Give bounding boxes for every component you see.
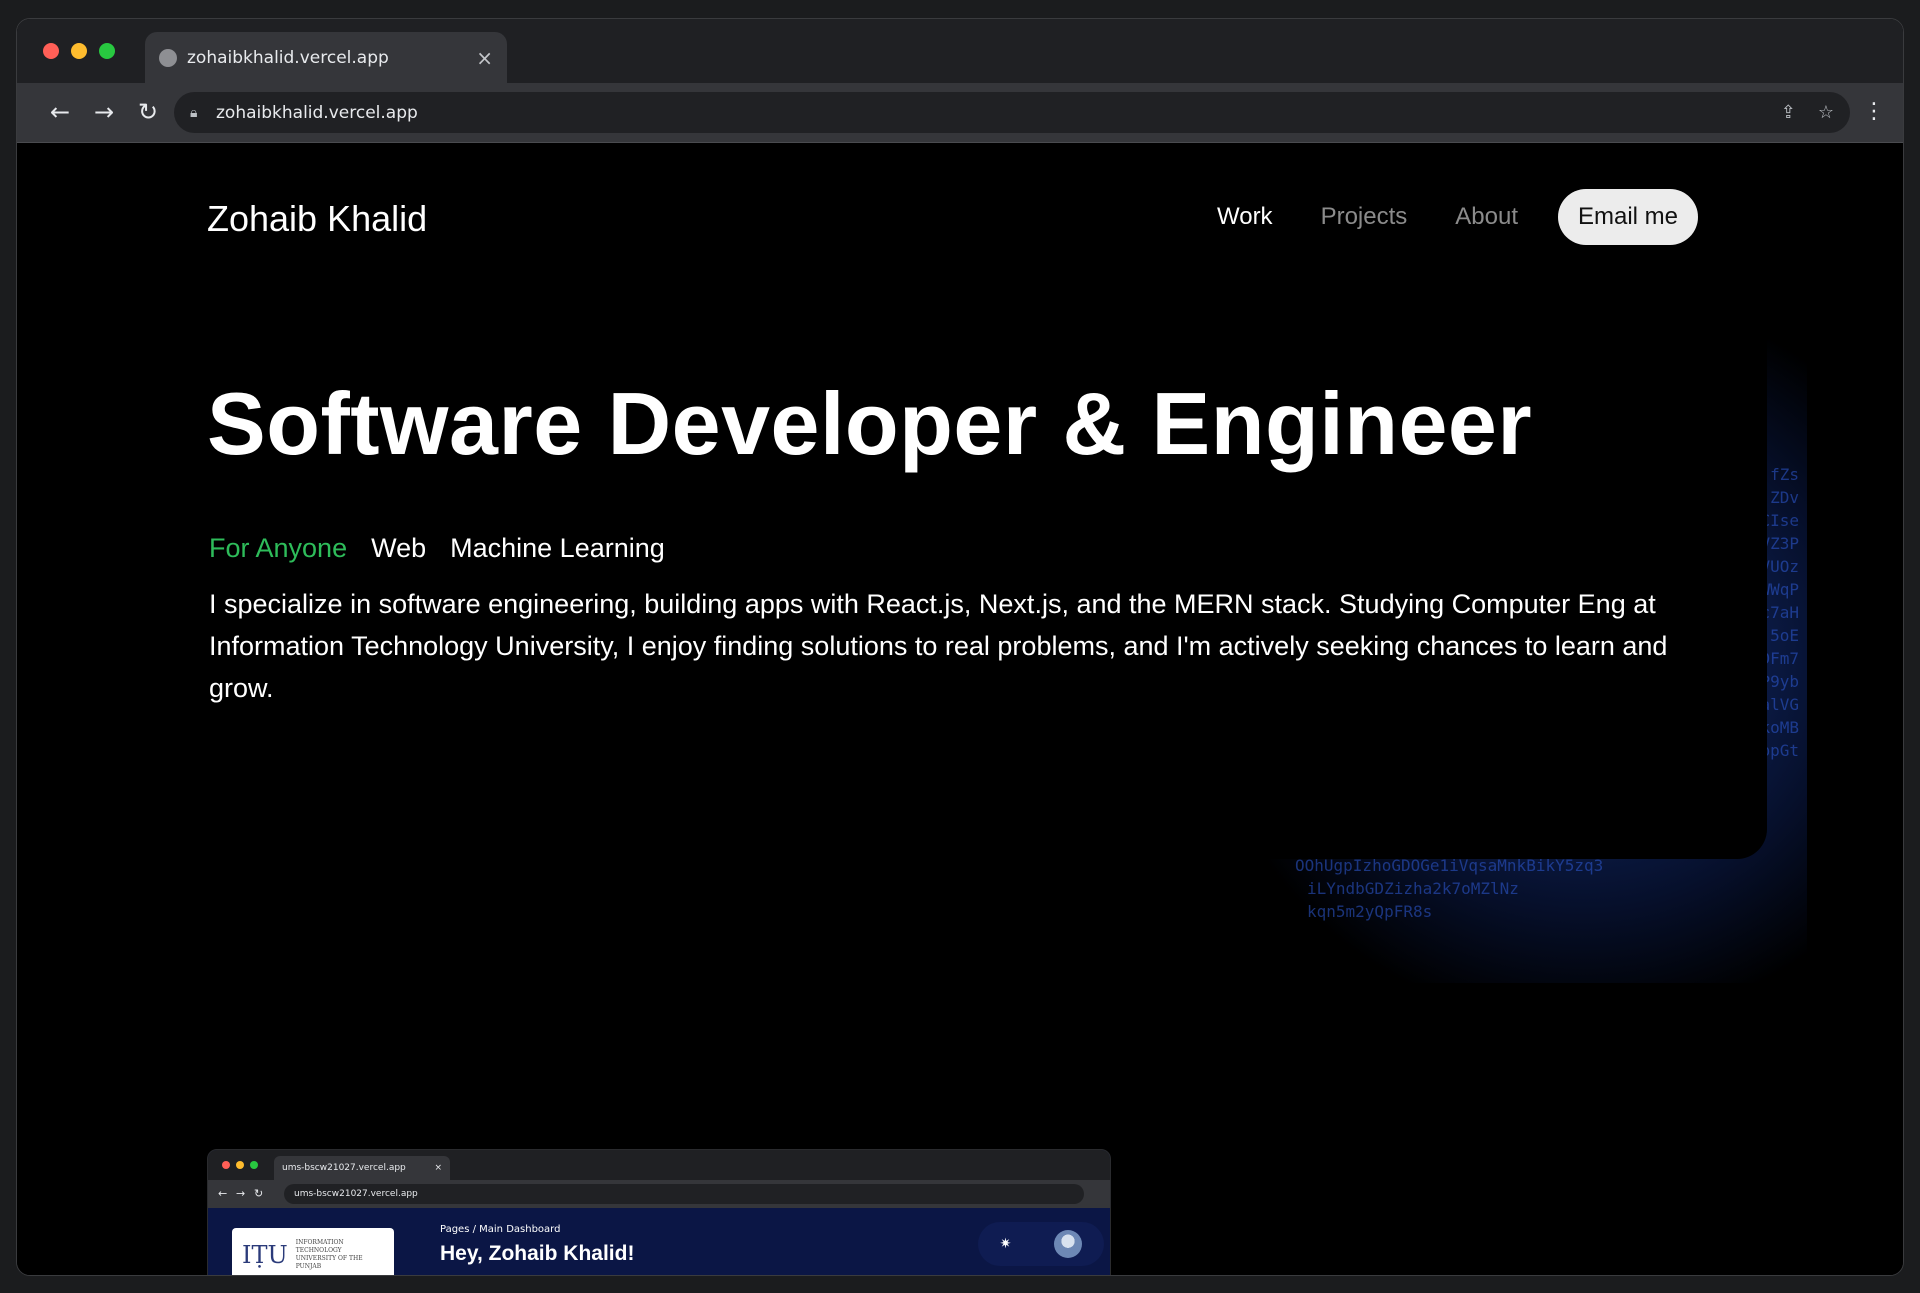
code-line: iLYndbGDZizha2k7oMZlNz: [1307, 879, 1519, 898]
url-text: zohaibkhalid.vercel.app: [216, 102, 418, 123]
preview-tab-title: ums-bscw21027.vercel.app: [282, 1163, 406, 1173]
logo-mark: IṬU: [242, 1241, 288, 1269]
minimize-window-button[interactable]: [71, 43, 87, 59]
window-controls: [43, 43, 115, 59]
browser-window: zohaibkhalid.vercel.app × ← → ↻ 🔒︎ zohai…: [16, 18, 1904, 1276]
preview-tab-strip: ums-bscw21027.vercel.app ×: [208, 1150, 1110, 1180]
preview-address-bar: ums-bscw21027.vercel.app: [284, 1184, 1084, 1204]
reload-icon[interactable]: ↻: [133, 97, 163, 127]
preview-toolbar: ← → ↻ ums-bscw21027.vercel.app: [208, 1180, 1110, 1208]
address-bar[interactable]: 🔒︎ zohaibkhalid.vercel.app ⇪ ☆: [174, 92, 1850, 133]
close-tab-icon[interactable]: ×: [476, 46, 493, 70]
nav-link-work[interactable]: Work: [1217, 203, 1273, 231]
site-brand[interactable]: Zohaib Khalid: [207, 198, 427, 240]
preview-close-icon: ×: [434, 1163, 442, 1173]
preview-breadcrumb: Pages / Main Dashboard: [440, 1224, 561, 1235]
preview-reload-icon: ↻: [254, 1187, 264, 1200]
nav-link-projects[interactable]: Projects: [1321, 203, 1408, 231]
preview-forward-icon: →: [236, 1187, 246, 1200]
preview-tab: ums-bscw21027.vercel.app ×: [274, 1156, 450, 1180]
preview-dashboard: IṬU INFORMATION TECHNOLOGY UNIVERSITY OF…: [208, 1208, 1110, 1275]
logo-name-line2: UNIVERSITY OF THE PUNJAB: [295, 1255, 363, 1270]
tag-web[interactable]: Web: [371, 533, 426, 564]
preview-red-light: [222, 1161, 230, 1169]
maximize-window-button[interactable]: [99, 43, 115, 59]
back-arrow-icon[interactable]: ←: [45, 97, 75, 127]
site-nav: Work Projects About Email me: [1217, 189, 1699, 245]
tab-title: zohaibkhalid.vercel.app: [187, 47, 389, 68]
tag-for-anyone[interactable]: For Anyone: [209, 533, 347, 564]
preview-greeting: Hey, Zohaib Khalid!: [440, 1242, 635, 1265]
star-icon[interactable]: ☆: [1818, 102, 1834, 123]
nav-link-about[interactable]: About: [1455, 203, 1518, 231]
lock-icon[interactable]: 🔒︎: [190, 105, 204, 121]
forward-arrow-icon[interactable]: →: [89, 97, 119, 127]
close-window-button[interactable]: [43, 43, 59, 59]
browser-toolbar: ← → ↻ 🔒︎ zohaibkhalid.vercel.app ⇪ ☆ ⋮: [17, 83, 1903, 143]
logo-name: INFORMATION TECHNOLOGY UNIVERSITY OF THE…: [296, 1239, 384, 1271]
hero-tags: For Anyone Web Machine Learning: [209, 533, 665, 564]
tag-machine-learning[interactable]: Machine Learning: [450, 533, 665, 564]
code-line: kqn5m2yQpFR8s: [1307, 902, 1433, 921]
preview-university-logo: IṬU INFORMATION TECHNOLOGY UNIVERSITY OF…: [232, 1228, 394, 1275]
preview-window-controls: [222, 1161, 258, 1169]
share-icon[interactable]: ⇪: [1781, 102, 1796, 123]
avatar: [1054, 1230, 1083, 1258]
hero-headline: Software Developer & Engineer: [207, 374, 1533, 473]
favicon-icon: [159, 48, 177, 67]
kebab-menu-icon[interactable]: ⋮: [1863, 99, 1885, 124]
web-page: fZs ZDv CIse VZ3P VUOz WWqP c7aH j5oE DFm7 P9yb al…: [17, 143, 1903, 1275]
theme-sun-icon: ✷: [999, 1236, 1012, 1252]
preview-actions: ✷: [978, 1222, 1104, 1266]
preview-yellow-light: [236, 1161, 244, 1169]
preview-back-icon: ←: [218, 1187, 228, 1200]
browser-tab[interactable]: zohaibkhalid.vercel.app ×: [145, 32, 507, 83]
preview-url: ums-bscw21027.vercel.app: [294, 1189, 418, 1199]
email-me-button[interactable]: Email me: [1557, 189, 1699, 245]
logo-name-line1: INFORMATION TECHNOLOGY: [295, 1239, 344, 1254]
project-preview-screenshot[interactable]: ums-bscw21027.vercel.app × ← → ↻ ums-bsc…: [207, 1149, 1111, 1275]
tab-strip: zohaibkhalid.vercel.app ×: [17, 19, 1903, 83]
hero-bio: I specialize in software engineering, bu…: [209, 589, 1668, 703]
preview-green-light: [250, 1161, 258, 1169]
